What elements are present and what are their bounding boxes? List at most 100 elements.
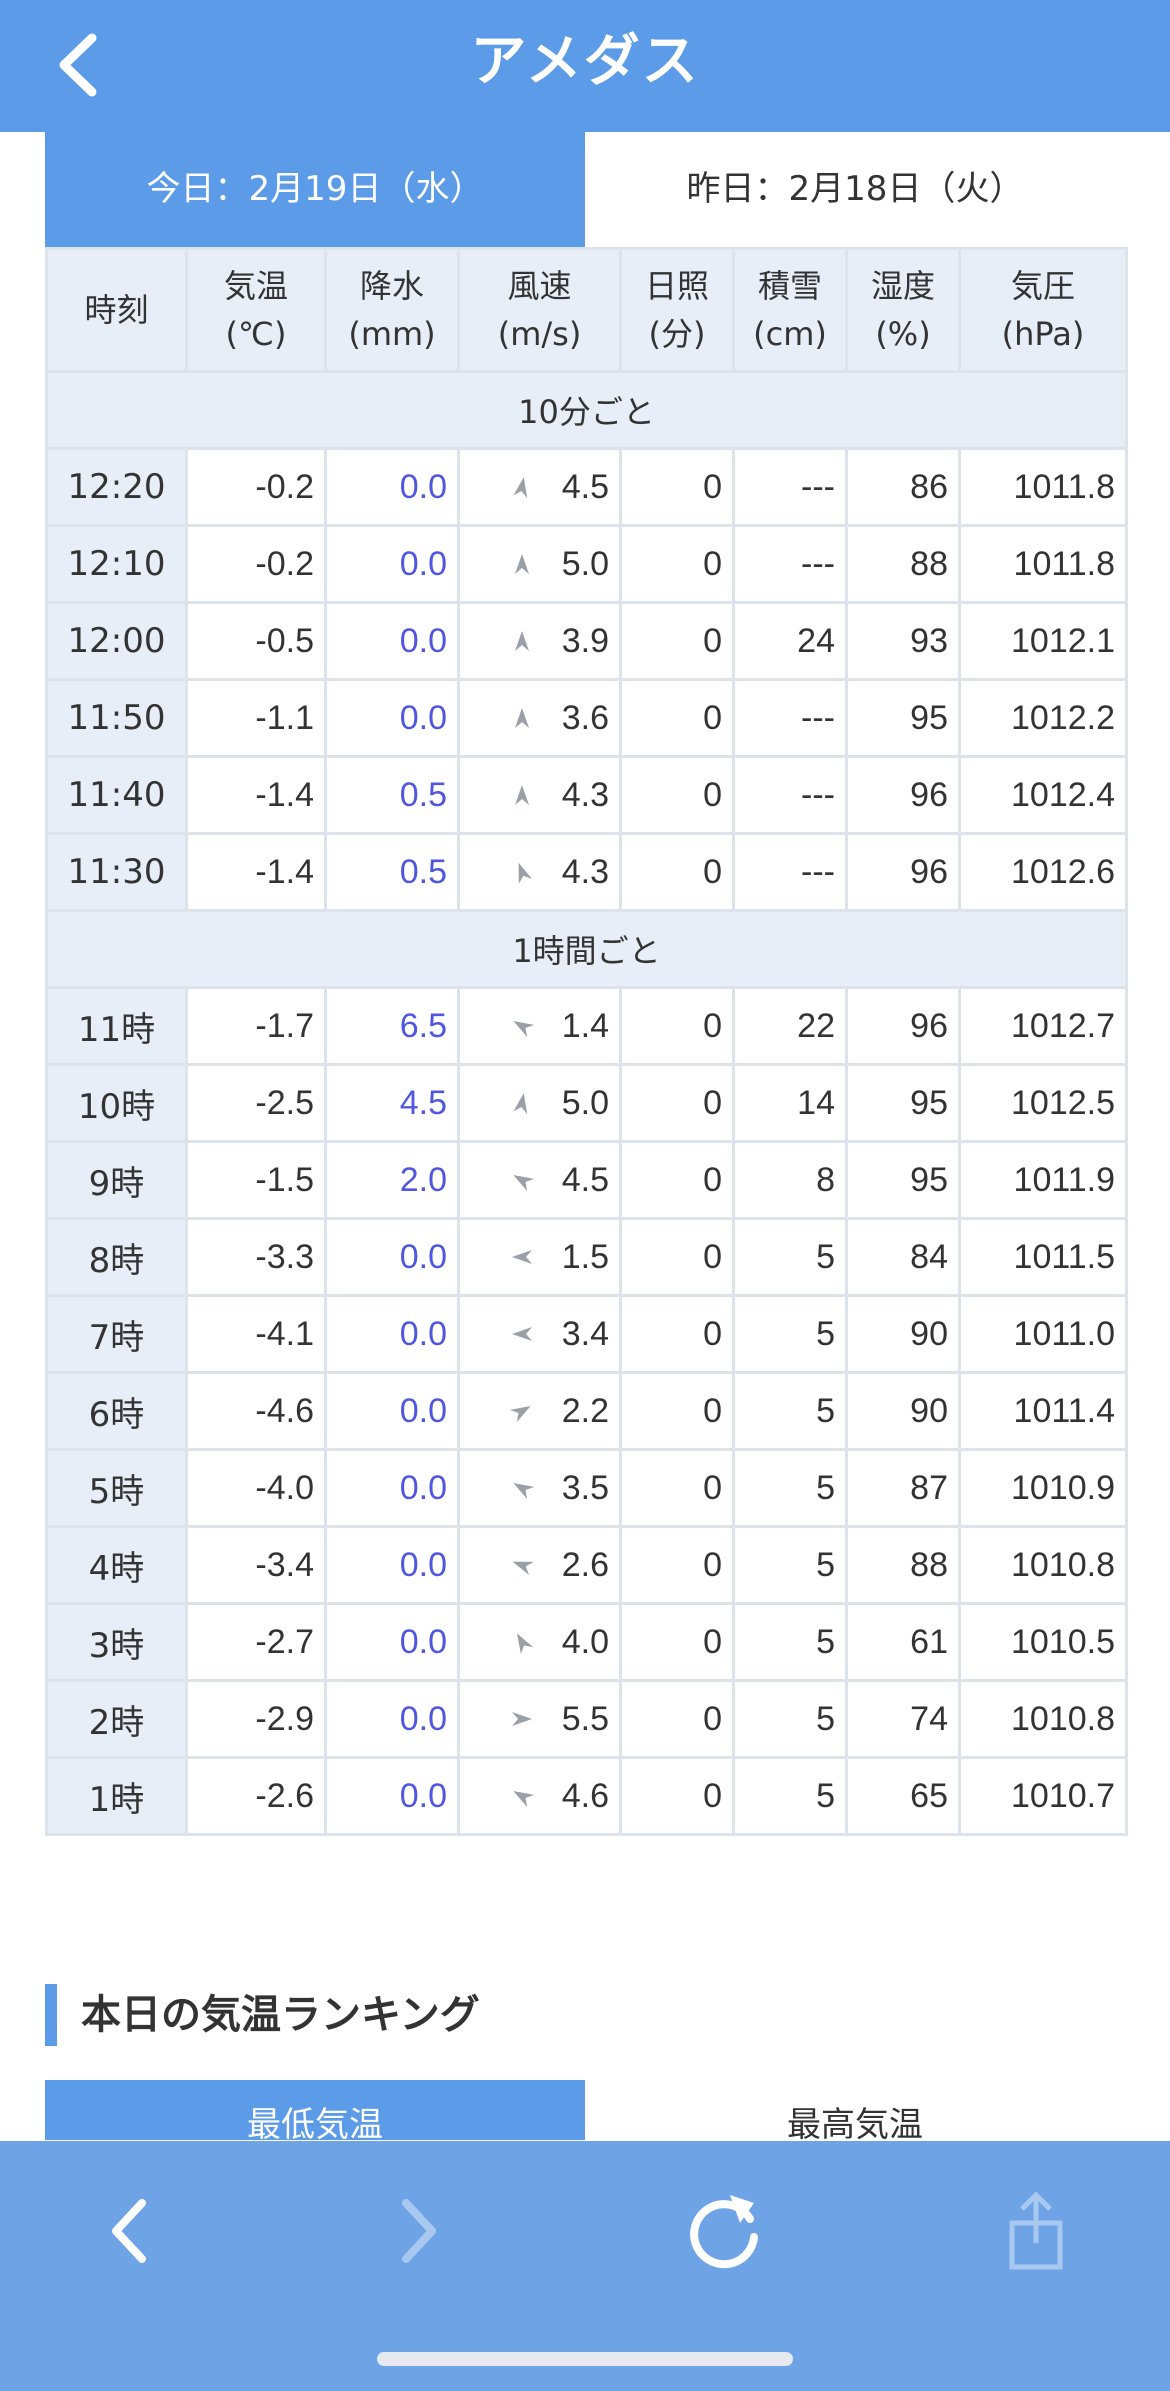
wind-cell: 4.6 xyxy=(457,1756,622,1836)
precip-cell: 0.0 xyxy=(324,1448,460,1528)
pressure-cell: 1011.0 xyxy=(958,1294,1128,1374)
wind-cell: 5.0 xyxy=(457,1063,622,1143)
chevron-left-icon xyxy=(112,2199,146,2263)
humidity-cell: 61 xyxy=(845,1602,961,1682)
wind-speed-value: 5.5 xyxy=(561,1699,609,1738)
pressure-cell: 1012.6 xyxy=(958,832,1128,912)
browser-forward-button[interactable] xyxy=(368,2181,468,2281)
share-button[interactable] xyxy=(986,2181,1086,2281)
time-cell: 12:20 xyxy=(45,447,188,527)
wind-speed-value: 3.9 xyxy=(561,621,609,660)
sunshine-cell: 0 xyxy=(619,1217,735,1297)
humidity-cell: 87 xyxy=(845,1448,961,1528)
snow-cell: 14 xyxy=(732,1063,848,1143)
section-row: 10分ごと xyxy=(45,370,1128,450)
wind-cell: 4.0 xyxy=(457,1602,622,1682)
wind-direction-icon xyxy=(510,706,534,730)
tab-today[interactable]: 今日：2月19日（水） xyxy=(45,132,585,247)
precip-cell: 0.5 xyxy=(324,755,460,835)
header-label: 降水 xyxy=(359,267,424,305)
sunshine-cell: 0 xyxy=(619,678,735,758)
app-header: アメダス xyxy=(0,0,1170,132)
humidity-cell: 86 xyxy=(845,447,961,527)
time-cell: 12:00 xyxy=(45,601,188,681)
header-unit: (%) xyxy=(875,315,931,353)
temp-cell: -1.7 xyxy=(185,986,327,1066)
wind-cell: 3.5 xyxy=(457,1448,622,1528)
snow-cell: 24 xyxy=(732,601,848,681)
humidity-cell: 95 xyxy=(845,678,961,758)
humidity-cell: 84 xyxy=(845,1217,961,1297)
reload-button[interactable] xyxy=(674,2181,774,2281)
time-cell: 8時 xyxy=(45,1217,188,1297)
wind-speed-value: 3.6 xyxy=(561,698,609,737)
pressure-cell: 1010.8 xyxy=(958,1525,1128,1605)
ranking-tabs: 最低気温 最高気温 xyxy=(45,2080,1125,2140)
wind-direction-icon xyxy=(510,552,534,576)
wind-direction-icon xyxy=(510,1322,534,1346)
header-pressure: 気圧 (hPa) xyxy=(958,247,1128,373)
header-unit: (mm) xyxy=(348,315,436,353)
precip-cell: 0.0 xyxy=(324,1679,460,1759)
table-row: 4時 -3.4 0.0 2.6 0 5 88 1010.8 xyxy=(45,1525,1128,1605)
temp-cell: -2.5 xyxy=(185,1063,327,1143)
wind-direction-icon xyxy=(510,1091,534,1115)
wind-speed-value: 5.0 xyxy=(561,1083,609,1122)
snow-cell: --- xyxy=(732,678,848,758)
sunshine-cell: 0 xyxy=(619,1525,735,1605)
precip-cell: 0.0 xyxy=(324,601,460,681)
header-unit: (hPa) xyxy=(1001,315,1085,353)
tab-max-temp[interactable]: 最高気温 xyxy=(585,2080,1125,2140)
browser-back-button[interactable] xyxy=(80,2181,180,2281)
wind-direction-icon xyxy=(510,1014,534,1038)
snow-cell: 5 xyxy=(732,1294,848,1374)
header-snow: 積雪 (cm) xyxy=(732,247,848,373)
snow-cell: --- xyxy=(732,447,848,527)
section-label: 1時間ごと xyxy=(45,909,1128,989)
temp-cell: -4.6 xyxy=(185,1371,327,1451)
wind-speed-value: 1.5 xyxy=(561,1237,609,1276)
pressure-cell: 1012.7 xyxy=(958,986,1128,1066)
time-cell: 10時 xyxy=(45,1063,188,1143)
header-sunshine: 日照 (分) xyxy=(619,247,735,373)
reload-icon xyxy=(690,2195,758,2269)
table-row: 12:10 -0.2 0.0 5.0 0 --- 88 1011.8 xyxy=(45,524,1128,604)
header-label: 風速 xyxy=(507,267,572,305)
table-row: 3時 -2.7 0.0 4.0 0 5 61 1010.5 xyxy=(45,1602,1128,1682)
humidity-cell: 96 xyxy=(845,832,961,912)
time-cell: 7時 xyxy=(45,1294,188,1374)
precip-cell: 0.0 xyxy=(324,1294,460,1374)
snow-cell: 22 xyxy=(732,986,848,1066)
sunshine-cell: 0 xyxy=(619,986,735,1066)
wind-cell: 5.5 xyxy=(457,1679,622,1759)
wind-direction-icon xyxy=(510,783,534,807)
wind-cell: 3.4 xyxy=(457,1294,622,1374)
humidity-cell: 88 xyxy=(845,1525,961,1605)
wind-cell: 4.3 xyxy=(457,755,622,835)
tab-min-temp[interactable]: 最低気温 xyxy=(45,2080,585,2140)
pressure-cell: 1011.8 xyxy=(958,447,1128,527)
humidity-cell: 95 xyxy=(845,1140,961,1220)
sunshine-cell: 0 xyxy=(619,1140,735,1220)
precip-cell: 0.0 xyxy=(324,678,460,758)
pressure-cell: 1012.5 xyxy=(958,1063,1128,1143)
wind-direction-icon xyxy=(510,1553,534,1577)
chevron-right-icon xyxy=(402,2199,436,2263)
humidity-cell: 96 xyxy=(845,755,961,835)
home-indicator xyxy=(377,2352,793,2366)
amedas-table: 時刻 気温 (℃) 降水 (mm) 風速 (m/s) 日照 (分) 積雪 (cm) 湿度 (%) 気圧 (h… xyxy=(45,247,1128,1836)
precip-cell: 4.5 xyxy=(324,1063,460,1143)
header-humidity: 湿度 (%) xyxy=(845,247,961,373)
precip-cell: 0.0 xyxy=(324,1217,460,1297)
temp-cell: -0.2 xyxy=(185,524,327,604)
table-header-row: 時刻 気温 (℃) 降水 (mm) 風速 (m/s) 日照 (分) 積雪 (cm) 湿度 (%) 気圧 (h… xyxy=(45,247,1128,373)
pressure-cell: 1010.9 xyxy=(958,1448,1128,1528)
share-icon xyxy=(1009,2191,1063,2270)
tab-yesterday[interactable]: 昨日：2月18日（火） xyxy=(585,132,1125,247)
wind-speed-value: 4.0 xyxy=(561,1622,609,1661)
temp-cell: -4.1 xyxy=(185,1294,327,1374)
table-row: 11:50 -1.1 0.0 3.6 0 --- 95 1012.2 xyxy=(45,678,1128,758)
time-cell: 1時 xyxy=(45,1756,188,1836)
table-row: 7時 -4.1 0.0 3.4 0 5 90 1011.0 xyxy=(45,1294,1128,1374)
pressure-cell: 1012.4 xyxy=(958,755,1128,835)
